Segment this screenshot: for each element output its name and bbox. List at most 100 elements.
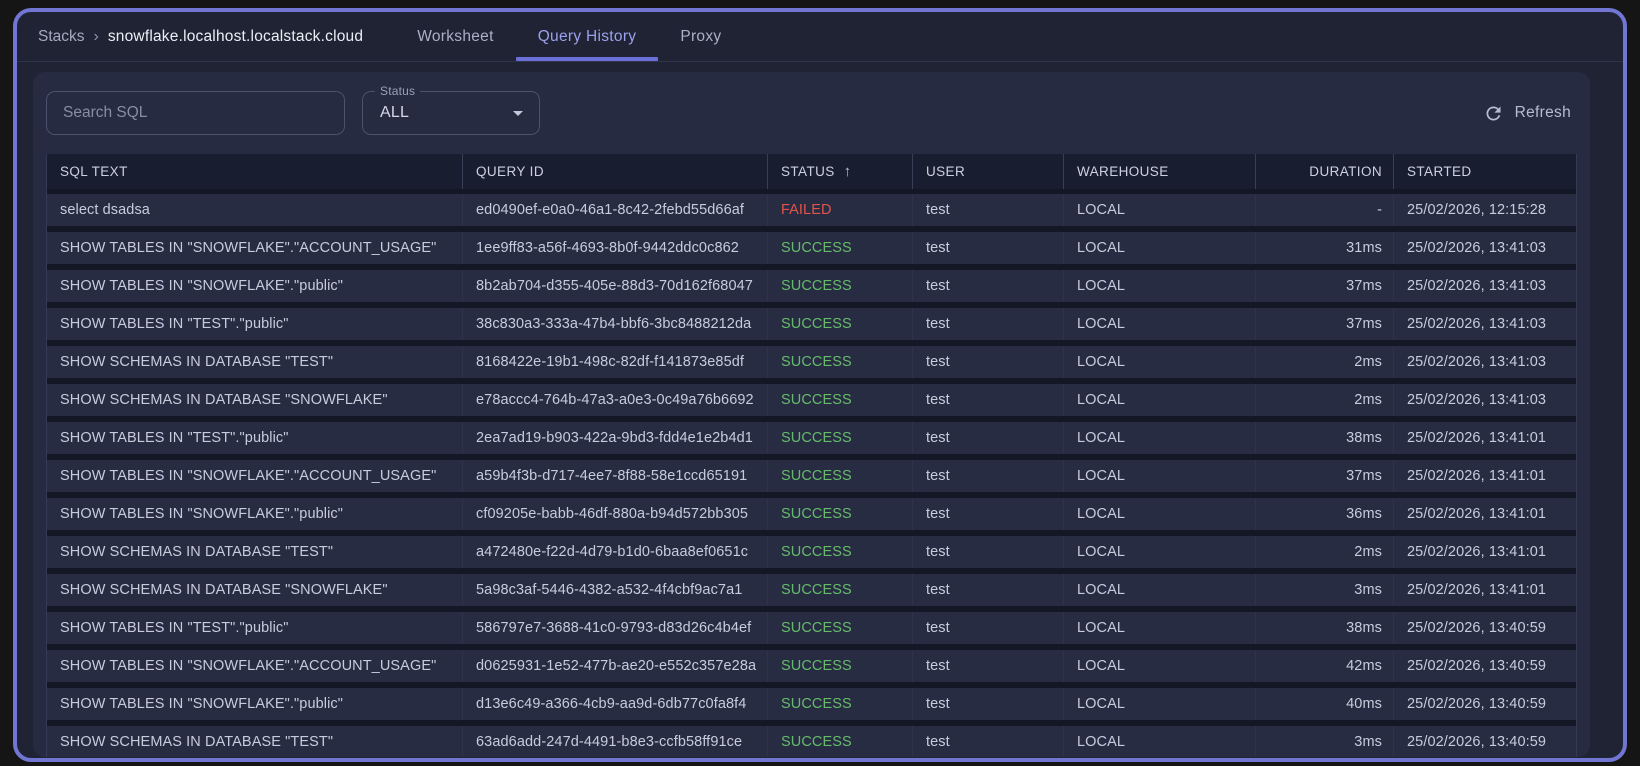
column-header-user[interactable]: USER xyxy=(913,154,1064,189)
cell-warehouse: LOCAL xyxy=(1064,308,1256,340)
cell-status: FAILED xyxy=(768,194,913,226)
column-header-status-label: STATUS xyxy=(781,164,835,179)
cell-warehouse: LOCAL xyxy=(1064,536,1256,568)
cell-sql-text: SHOW SCHEMAS IN DATABASE "SNOWFLAKE" xyxy=(47,574,463,606)
column-header-duration[interactable]: DURATION xyxy=(1256,154,1394,189)
query-row[interactable]: SHOW TABLES IN "SNOWFLAKE"."public" 8b2a… xyxy=(47,270,1576,302)
column-header-sql-text[interactable]: SQL TEXT xyxy=(47,154,463,189)
column-header-status[interactable]: STATUS ↑ xyxy=(768,154,913,189)
sort-ascending-icon[interactable]: ↑ xyxy=(844,163,852,180)
query-row[interactable]: SHOW TABLES IN "SNOWFLAKE"."ACCOUNT_USAG… xyxy=(47,460,1576,492)
cell-sql-text: SHOW TABLES IN "SNOWFLAKE"."public" xyxy=(47,688,463,720)
cell-status: SUCCESS xyxy=(768,574,913,606)
query-row[interactable]: select dsadsa ed0490ef-e0a0-46a1-8c42-2f… xyxy=(47,194,1576,226)
cell-started: 25/02/2026, 13:41:01 xyxy=(1407,544,1547,560)
cell-duration: 3ms xyxy=(1256,726,1394,757)
cell-query-id: ed0490ef-e0a0-46a1-8c42-2febd55d66af xyxy=(463,194,768,226)
cell-warehouse: LOCAL xyxy=(1064,688,1256,720)
status-filter-select[interactable]: Status ALL xyxy=(362,84,540,135)
cell-sql-text: SHOW SCHEMAS IN DATABASE "TEST" xyxy=(47,536,463,568)
query-row[interactable]: SHOW TABLES IN "SNOWFLAKE"."ACCOUNT_USAG… xyxy=(47,650,1576,682)
cell-user: test xyxy=(913,726,1064,757)
cell-user: test xyxy=(913,536,1064,568)
cell-query-id: cf09205e-babb-46df-880a-b94d572bb305 xyxy=(463,498,768,530)
query-history-table: SQL TEXT QUERY ID STATUS ↑ USER WAREHOUS… xyxy=(46,154,1577,757)
status-filter-label: Status xyxy=(375,84,421,98)
cell-started: 25/02/2026, 13:41:03 xyxy=(1407,392,1547,408)
table-toolbar: Status ALL Refresh xyxy=(46,84,1577,135)
query-row[interactable]: SHOW SCHEMAS IN DATABASE "SNOWFLAKE" e78… xyxy=(47,384,1576,416)
cell-status: SUCCESS xyxy=(768,232,913,264)
cell-warehouse: LOCAL xyxy=(1064,612,1256,644)
cell-query-id: 63ad6add-247d-4491-b8e3-ccfb58ff91ce xyxy=(463,726,768,757)
cell-query-id: 1ee9ff83-a56f-4693-8b0f-9442ddc0c862 xyxy=(463,232,768,264)
query-row[interactable]: SHOW SCHEMAS IN DATABASE "TEST" 63ad6add… xyxy=(47,726,1576,757)
active-tab-indicator xyxy=(515,57,659,61)
query-row[interactable]: SHOW TABLES IN "SNOWFLAKE"."public" cf09… xyxy=(47,498,1576,530)
tab-bar: Worksheet Query History Proxy xyxy=(395,12,743,61)
cell-started: 25/02/2026, 13:41:03 xyxy=(1407,278,1547,294)
cell-warehouse: LOCAL xyxy=(1064,346,1256,378)
cell-sql-text: SHOW TABLES IN "TEST"."public" xyxy=(47,422,463,454)
cell-warehouse: LOCAL xyxy=(1064,460,1256,492)
cell-duration: 37ms xyxy=(1256,460,1394,492)
cell-query-id: 8b2ab704-d355-405e-88d3-70d162f68047 xyxy=(463,270,768,302)
cell-started: 25/02/2026, 13:41:03 xyxy=(1407,354,1547,370)
tab-worksheet[interactable]: Worksheet xyxy=(395,12,516,61)
cell-sql-text: SHOW TABLES IN "SNOWFLAKE"."ACCOUNT_USAG… xyxy=(47,650,463,682)
top-navigation-bar: Stacks › snowflake.localhost.localstack.… xyxy=(17,12,1623,62)
cell-query-id: 586797e7-3688-41c0-9793-d83d26c4b4ef xyxy=(463,612,768,644)
cell-status: SUCCESS xyxy=(768,270,913,302)
search-sql-input[interactable] xyxy=(46,91,345,135)
cell-user: test xyxy=(913,346,1064,378)
cell-user: test xyxy=(913,422,1064,454)
cell-warehouse: LOCAL xyxy=(1064,270,1256,302)
tab-query-history[interactable]: Query History xyxy=(515,12,659,61)
cell-duration: 40ms xyxy=(1256,688,1394,720)
cell-duration: 3ms xyxy=(1256,574,1394,606)
cell-started: 25/02/2026, 13:41:03 xyxy=(1407,240,1547,256)
cell-sql-text: SHOW SCHEMAS IN DATABASE "SNOWFLAKE" xyxy=(47,384,463,416)
cell-duration: 2ms xyxy=(1256,346,1394,378)
query-row[interactable]: SHOW SCHEMAS IN DATABASE "TEST" 8168422e… xyxy=(47,346,1576,378)
query-row[interactable]: SHOW SCHEMAS IN DATABASE "TEST" a472480e… xyxy=(47,536,1576,568)
cell-status: SUCCESS xyxy=(768,308,913,340)
cell-sql-text: SHOW TABLES IN "TEST"."public" xyxy=(47,612,463,644)
query-row[interactable]: SHOW TABLES IN "SNOWFLAKE"."ACCOUNT_USAG… xyxy=(47,232,1576,264)
column-header-warehouse[interactable]: WAREHOUSE xyxy=(1064,154,1256,189)
column-header-started[interactable]: STARTED xyxy=(1394,154,1576,189)
query-row[interactable]: SHOW SCHEMAS IN DATABASE "SNOWFLAKE" 5a9… xyxy=(47,574,1576,606)
cell-warehouse: LOCAL xyxy=(1064,232,1256,264)
cell-started: 25/02/2026, 13:41:03 xyxy=(1407,316,1547,332)
query-row[interactable]: SHOW TABLES IN "SNOWFLAKE"."public" d13e… xyxy=(47,688,1576,720)
cell-sql-text: SHOW SCHEMAS IN DATABASE "TEST" xyxy=(47,726,463,757)
cell-status: SUCCESS xyxy=(768,346,913,378)
chevron-down-icon xyxy=(513,111,523,116)
cell-user: test xyxy=(913,270,1064,302)
cell-warehouse: LOCAL xyxy=(1064,384,1256,416)
tab-proxy-label: Proxy xyxy=(680,27,722,45)
cell-sql-text: SHOW TABLES IN "TEST"."public" xyxy=(47,308,463,340)
column-header-query-id[interactable]: QUERY ID xyxy=(463,154,768,189)
breadcrumb-stacks-link[interactable]: Stacks xyxy=(38,28,85,46)
refresh-button[interactable]: Refresh xyxy=(1483,103,1571,124)
cell-query-id: 2ea7ad19-b903-422a-9bd3-fdd4e1e2b4d1 xyxy=(463,422,768,454)
cell-started: 25/02/2026, 13:40:59 xyxy=(1407,620,1547,636)
cell-duration: 36ms xyxy=(1256,498,1394,530)
cell-query-id: d13e6c49-a366-4cb9-aa9d-6db77c0fa8f4 xyxy=(463,688,768,720)
cell-status: SUCCESS xyxy=(768,498,913,530)
cell-started: 25/02/2026, 13:40:59 xyxy=(1407,658,1547,674)
cell-query-id: e78accc4-764b-47a3-a0e3-0c49a76b6692 xyxy=(463,384,768,416)
query-row[interactable]: SHOW TABLES IN "TEST"."public" 586797e7-… xyxy=(47,612,1576,644)
cell-status: SUCCESS xyxy=(768,650,913,682)
cell-sql-text: SHOW TABLES IN "SNOWFLAKE"."public" xyxy=(47,498,463,530)
cell-user: test xyxy=(913,460,1064,492)
tab-query-history-label: Query History xyxy=(537,27,637,45)
tab-proxy[interactable]: Proxy xyxy=(658,12,743,61)
query-row[interactable]: SHOW TABLES IN "TEST"."public" 38c830a3-… xyxy=(47,308,1576,340)
cell-status: SUCCESS xyxy=(768,688,913,720)
cell-status: SUCCESS xyxy=(768,384,913,416)
table-header-row: SQL TEXT QUERY ID STATUS ↑ USER WAREHOUS… xyxy=(47,154,1576,189)
query-history-panel: Status ALL Refresh SQL TEXT QUERY ID STA… xyxy=(33,72,1590,757)
query-row[interactable]: SHOW TABLES IN "TEST"."public" 2ea7ad19-… xyxy=(47,422,1576,454)
